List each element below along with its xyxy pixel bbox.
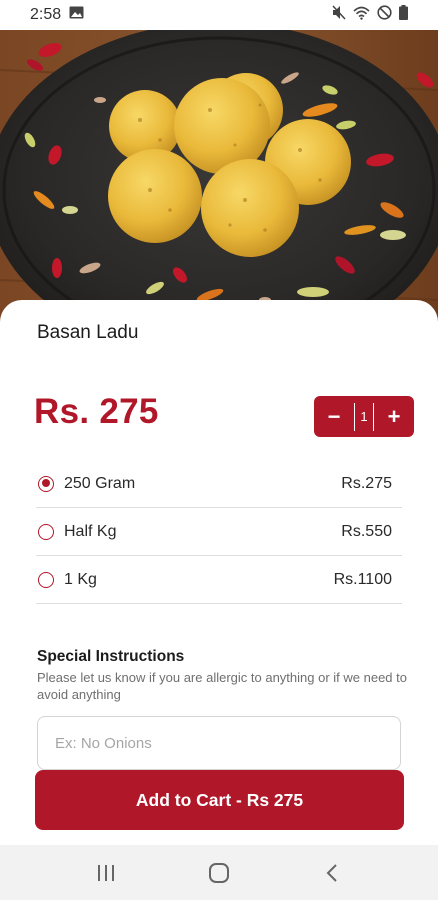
wifi-icon — [353, 6, 370, 25]
radio-button[interactable] — [38, 523, 54, 540]
image-icon — [69, 6, 84, 24]
option-label: Half Kg — [64, 522, 117, 540]
back-icon[interactable] — [312, 853, 352, 893]
product-name: Basan Ladu — [37, 322, 139, 343]
option-250-gram[interactable]: 250 Gram Rs.275 — [36, 460, 402, 508]
recent-apps-icon[interactable] — [86, 853, 126, 893]
option-price: Rs.1100 — [333, 570, 392, 588]
do-not-disturb-icon — [377, 5, 392, 25]
radio-button[interactable] — [38, 475, 54, 492]
quantity-value: 1 — [354, 402, 374, 431]
option-1-kg[interactable]: 1 Kg Rs.1100 — [36, 556, 402, 604]
status-left: 2:58 — [30, 6, 84, 24]
add-to-cart-button[interactable]: Add to Cart - Rs 275 — [35, 770, 404, 830]
system-nav-bar — [0, 845, 438, 900]
option-half-kg[interactable]: Half Kg Rs.550 — [36, 508, 402, 556]
status-bar: 2:58 — [0, 0, 438, 30]
decrease-quantity-button[interactable]: − — [323, 404, 345, 430]
option-label: 1 Kg — [64, 570, 97, 588]
special-instructions-description: Please let us know if you are allergic t… — [37, 670, 407, 702]
size-options: 250 Gram Rs.275 Half Kg Rs.550 1 Kg Rs.1… — [36, 460, 402, 604]
special-instructions-input[interactable] — [37, 716, 401, 770]
special-instructions-title: Special Instructions — [37, 648, 185, 665]
option-price: Rs.275 — [341, 474, 392, 492]
status-right — [332, 5, 408, 25]
option-label: 250 Gram — [64, 474, 136, 492]
radio-button[interactable] — [38, 571, 54, 588]
quantity-stepper: − 1 + — [314, 396, 414, 437]
product-detail-sheet: Basan Ladu Rs. 275 − 1 + 250 Gram Rs.275… — [0, 300, 438, 845]
product-price: Rs. 275 — [34, 392, 159, 431]
battery-icon — [399, 5, 408, 25]
increase-quantity-button[interactable]: + — [383, 404, 405, 430]
option-price: Rs.550 — [341, 522, 392, 540]
home-icon[interactable] — [199, 853, 239, 893]
status-time: 2:58 — [30, 6, 62, 23]
mute-icon — [332, 5, 346, 25]
